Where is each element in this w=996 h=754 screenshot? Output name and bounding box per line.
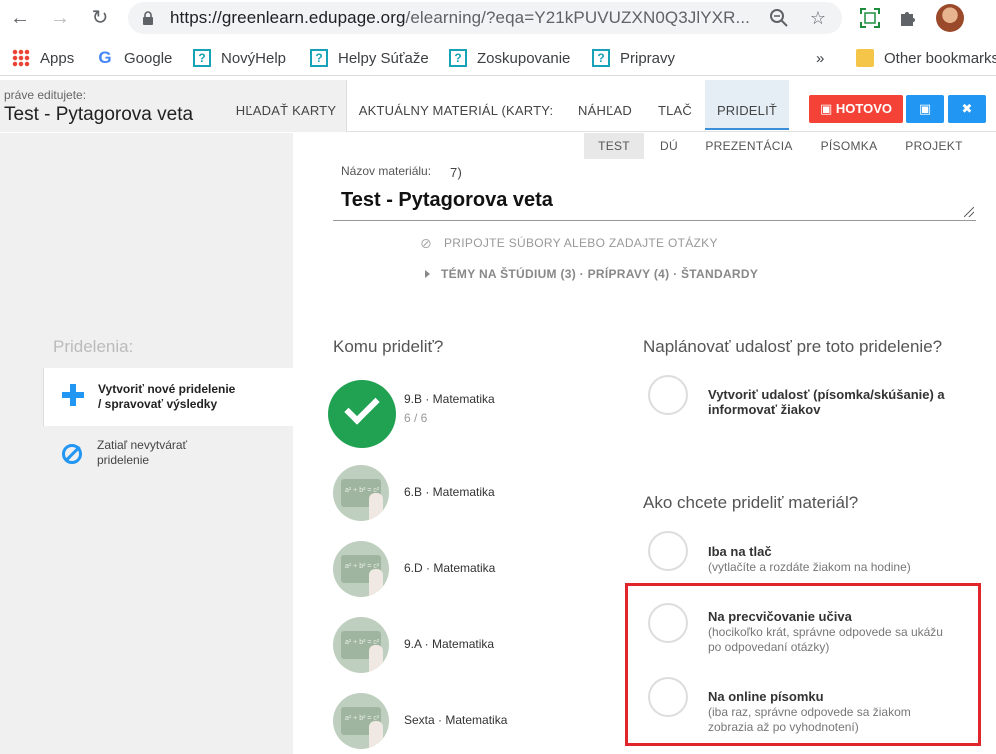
tab-assign[interactable]: PRIDELIŤ (705, 80, 789, 130)
class-count: 6 / 6 (404, 411, 428, 425)
google-icon: G (98, 48, 112, 67)
arrow-left-icon[interactable]: ← (8, 6, 32, 30)
paperclip-icon: ⊘ (420, 235, 433, 251)
schedule-event-radio[interactable] (648, 375, 688, 415)
attach-files-link[interactable]: ⊘ PRIPOJTE SÚBORY ALEBO ZADAJTE OTÁZKY (420, 236, 718, 250)
bookmark-novyhelp[interactable]: ? NovýHelp (193, 48, 286, 68)
help-icon: ? (193, 49, 211, 67)
header-divider (346, 80, 347, 132)
mode-print-radio[interactable] (648, 531, 688, 571)
screen-capture-icon[interactable] (858, 6, 882, 30)
class-label: 6.D · Matematika (404, 561, 496, 575)
class-label: Sexta · Matematika (404, 713, 508, 727)
check-icon (344, 389, 380, 425)
material-name-value: Test - Pytagorova veta (341, 189, 553, 211)
zoom-icon[interactable] (768, 7, 790, 29)
arrow-right-icon[interactable]: → (48, 6, 72, 30)
bookmark-apps[interactable]: Apps (12, 48, 74, 68)
sidebar-item-label: / spravovať výsledky (98, 397, 218, 411)
apps-grid-icon (12, 49, 30, 67)
class-avatar (333, 693, 389, 749)
schedule-option-label: Vytvoriť udalosť (písomka/skúšanie) a in… (708, 387, 945, 417)
tab-find-cards[interactable]: HĽADAŤ KARTY (232, 80, 340, 130)
class-item[interactable]: Sexta · Matematika (333, 693, 613, 753)
class-item[interactable]: 6.D · Matematika (333, 541, 613, 601)
address-bar[interactable]: https://greenlearn.edupage.org/elearning… (128, 2, 842, 34)
type-project[interactable]: PROJEKT (898, 133, 970, 159)
class-label: 9.A · Matematika (404, 637, 495, 651)
class-item[interactable]: 9.A · Matematika (333, 617, 613, 677)
class-label: 9.B · Matematika (404, 392, 495, 406)
caret-right-icon (425, 270, 430, 278)
resize-handle-icon[interactable] (964, 207, 974, 217)
help-icon: ? (592, 49, 610, 67)
class-avatar (333, 541, 389, 597)
ban-icon (62, 444, 82, 464)
editing-title: Test - Pytagorova veta (4, 104, 194, 125)
floppy-icon: ▣ (918, 101, 932, 116)
tab-current-material[interactable]: AKTUÁLNY MATERIÁL (KARTY: 7) (354, 80, 558, 180)
sidebar-item-label: pridelenie (97, 453, 150, 467)
sidebar-item-label: Vytvoriť nové pridelenie (98, 382, 236, 396)
highlight-box (625, 583, 981, 746)
bookmark-other[interactable]: Other bookmarks (856, 48, 996, 68)
class-item[interactable]: 6.B · Matematika (333, 465, 613, 525)
sidebar-title: Pridelenia: (53, 337, 134, 356)
topics-expander[interactable]: TÉMY NA ŠTÚDIUM (3) · PRÍPRAVY (4) · ŠTA… (425, 267, 758, 281)
class-label: 6.B · Matematika (404, 485, 495, 499)
sidebar-item-new-assignment[interactable]: Vytvoriť nové pridelenie / spravovať výs… (43, 368, 293, 426)
lock-icon (143, 11, 153, 25)
bookmark-helpy-sutaze[interactable]: ? Helpy Súťaže (310, 48, 429, 68)
browser-toolbar: ← → ↻ https://greenlearn.edupage.org/ele… (0, 0, 996, 36)
tab-preview[interactable]: NÁHĽAD (570, 80, 640, 130)
editing-label: práve editujete: (4, 88, 87, 102)
save-icon: ▣ (819, 101, 836, 116)
close-button[interactable]: ✖ (948, 95, 986, 123)
type-presentation[interactable]: PREZENTÁCIA (700, 133, 798, 159)
mode-option-desc: (vytlačíte a rozdáte žiakom na hodine) (708, 560, 911, 574)
puzzle-icon[interactable] (897, 6, 921, 30)
help-icon: ? (310, 49, 328, 67)
assign-title: Komu prideliť? (333, 337, 444, 356)
mode-option-title: Iba na tlač (708, 544, 772, 559)
class-avatar-selected (328, 380, 396, 448)
bookmark-zoskupovanie[interactable]: ? Zoskupovanie (449, 48, 570, 68)
sidebar-item-label: Zatiaľ nevytvárať (97, 438, 188, 452)
star-icon[interactable]: ☆ (807, 7, 829, 29)
save-button[interactable]: ▣ (906, 95, 944, 123)
bookmarks-bar: Apps G Google ? NovýHelp ? Helpy Súťaže … (0, 40, 996, 76)
class-item[interactable]: 9.B · Matematika 6 / 6 (328, 380, 613, 448)
plus-icon (62, 384, 84, 406)
bookmark-pripravy[interactable]: ? Pripravy (592, 48, 675, 68)
type-written-test[interactable]: PÍSOMKA (814, 133, 884, 159)
url-text: https://greenlearn.edupage.org/elearning… (170, 8, 750, 27)
type-homework[interactable]: DÚ (652, 133, 686, 159)
folder-icon (856, 49, 874, 67)
help-icon: ? (449, 49, 467, 67)
done-button[interactable]: ▣ HOTOVO (809, 95, 903, 123)
bookmarks-overflow[interactable]: » (816, 48, 824, 68)
material-name-label: Názov materiálu: (341, 164, 432, 178)
class-avatar (333, 465, 389, 521)
tab-print[interactable]: TLAČ (650, 80, 700, 130)
schedule-title: Naplánovať udalosť pre toto pridelenie? (643, 337, 943, 356)
close-icon: ✖ (961, 101, 973, 116)
type-test[interactable]: TEST (584, 133, 644, 159)
mode-title: Ako chcete prideliť materiál? (643, 493, 859, 512)
class-avatar (333, 617, 389, 673)
sidebar-item-no-assignment[interactable]: Zatiaľ nevytvárať pridelenie (97, 438, 187, 468)
profile-avatar[interactable] (936, 4, 964, 32)
material-name-field[interactable]: Test - Pytagorova veta (333, 181, 976, 221)
bookmark-google[interactable]: G Google (96, 48, 172, 68)
reload-icon[interactable]: ↻ (88, 6, 112, 30)
